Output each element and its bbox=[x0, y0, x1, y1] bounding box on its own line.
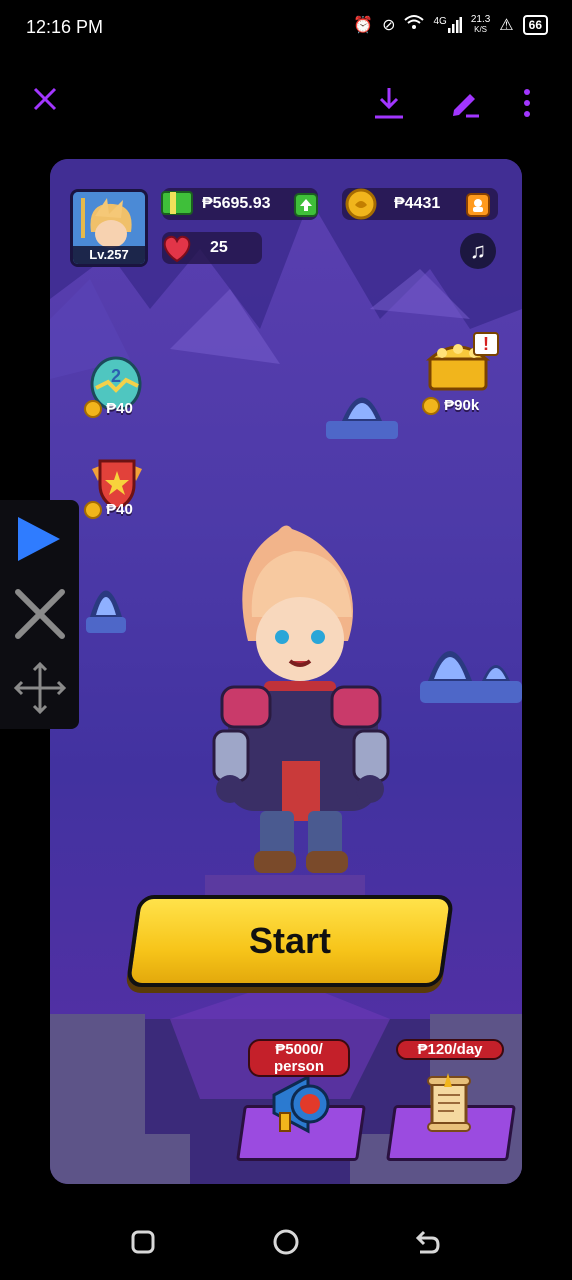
referral-reward-badge: ₱5000/ person bbox=[248, 1039, 350, 1077]
do-not-disturb-icon: ⊘ bbox=[382, 16, 396, 34]
daily-reward-badge: ₱120/day bbox=[396, 1039, 504, 1060]
chest-price: ₱90k bbox=[422, 397, 480, 416]
svg-text:2: 2 bbox=[111, 366, 121, 386]
start-button-label: Start bbox=[248, 920, 332, 961]
back-icon[interactable] bbox=[414, 1228, 442, 1261]
referral-reward-tile[interactable]: ₱5000/ person bbox=[236, 1039, 366, 1161]
heart-icon bbox=[163, 235, 191, 263]
coin-icon bbox=[84, 501, 102, 520]
egg-price: ₱40 bbox=[84, 400, 133, 419]
cash-icon bbox=[161, 191, 193, 215]
play-icon[interactable] bbox=[14, 513, 64, 570]
close-icon[interactable] bbox=[32, 86, 58, 118]
chest-price-value: ₱90k bbox=[444, 397, 480, 414]
shield-price: ₱40 bbox=[84, 501, 133, 520]
close-icon[interactable] bbox=[14, 588, 66, 645]
warning-flask-icon: ⚠ bbox=[499, 16, 514, 34]
coin-value: ₱4431 bbox=[394, 195, 441, 212]
status-time: 12:16 PM bbox=[26, 17, 104, 37]
cash-counter: ₱5695.93 bbox=[161, 188, 318, 220]
coin-icon bbox=[84, 400, 102, 419]
referral-badge-line1: ₱5000/ bbox=[275, 1041, 323, 1058]
floating-control-panel bbox=[0, 500, 79, 729]
cash-value: ₱5695.93 bbox=[202, 195, 271, 212]
coin-icon bbox=[422, 397, 440, 416]
cash-add-button[interactable] bbox=[294, 193, 318, 217]
download-icon[interactable] bbox=[373, 86, 405, 125]
arrow-up-icon bbox=[300, 199, 312, 211]
network-speed-value: 21.3 bbox=[470, 13, 491, 25]
hero-character bbox=[212, 525, 390, 873]
wifi-icon bbox=[404, 14, 425, 35]
status-icons: ⏰ ⊘ 4G 21.3 K/S ⚠ 66 bbox=[353, 14, 548, 35]
megaphone-icon bbox=[272, 1074, 330, 1134]
alarm-icon: ⏰ bbox=[353, 16, 374, 34]
shield-shop-item[interactable]: ₱40 bbox=[84, 455, 154, 523]
music-note-icon[interactable]: ♫ bbox=[460, 233, 496, 269]
egg-shop-item[interactable]: 2 ₱40 bbox=[84, 354, 154, 422]
referral-badge-line2: person bbox=[273, 1058, 324, 1075]
heart-value: 25 bbox=[210, 239, 228, 256]
svg-text:!: ! bbox=[483, 334, 489, 354]
coin-add-button[interactable] bbox=[466, 193, 490, 217]
scroll-icon bbox=[427, 1073, 471, 1132]
egg-price-value: ₱40 bbox=[106, 400, 133, 417]
heart-counter: 25 bbox=[162, 232, 262, 264]
coin-icon bbox=[345, 188, 377, 220]
coin-counter: ₱4431 bbox=[342, 188, 498, 220]
wallet-icon bbox=[473, 199, 483, 212]
start-button[interactable]: Start bbox=[125, 895, 455, 987]
network-type: 4G bbox=[433, 15, 447, 27]
treasure-chest-icon: ! bbox=[425, 332, 499, 391]
daily-reward-tile[interactable]: ₱120/day bbox=[386, 1039, 516, 1161]
more-vertical-icon[interactable] bbox=[522, 88, 532, 123]
battery-indicator: 66 bbox=[522, 14, 548, 35]
treasure-chest-item[interactable]: ! ₱90k bbox=[422, 331, 518, 421]
signal-icon: 4G bbox=[433, 15, 462, 33]
player-avatar[interactable]: Lv.257 bbox=[70, 189, 148, 267]
network-speed: 21.3 K/S bbox=[470, 13, 491, 35]
shield-price-value: ₱40 bbox=[106, 501, 133, 518]
player-level: Lv.257 bbox=[73, 246, 145, 264]
move-icon[interactable] bbox=[12, 660, 68, 721]
network-speed-unit: K/S bbox=[474, 24, 488, 34]
recents-icon[interactable] bbox=[130, 1229, 156, 1260]
home-icon[interactable] bbox=[272, 1228, 300, 1261]
game-screen[interactable]: Lv.257 ₱5695.93 ₱4431 25 ♫ 2 ₱40 ₱40 ! ₱… bbox=[50, 159, 522, 1184]
pencil-icon[interactable] bbox=[448, 86, 480, 123]
